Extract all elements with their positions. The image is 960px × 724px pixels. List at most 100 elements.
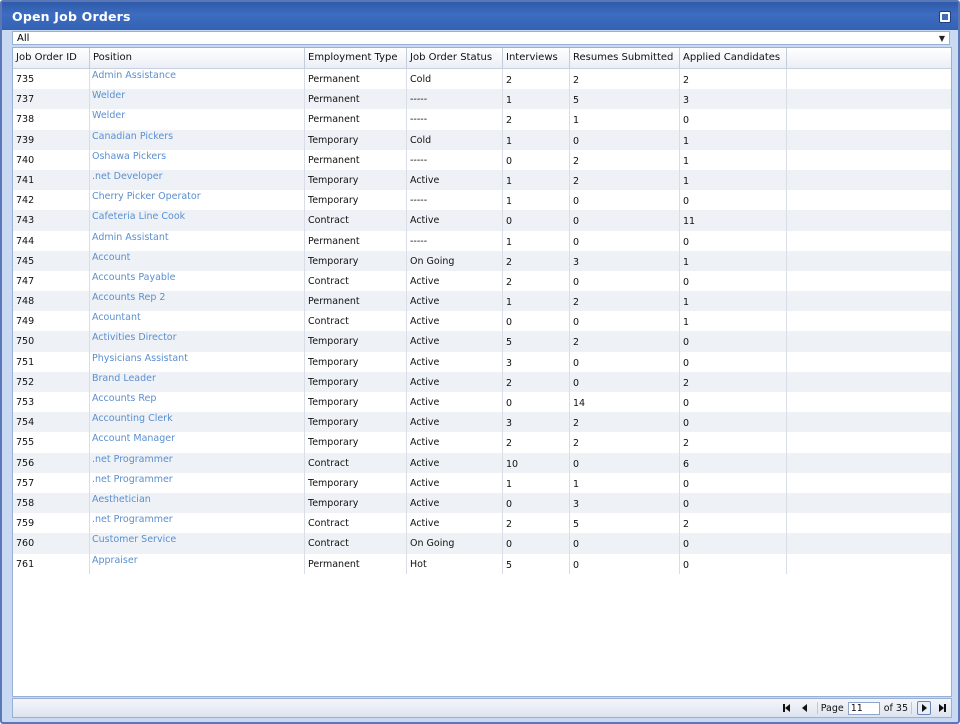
- window-titlebar: Open Job Orders: [2, 2, 958, 30]
- cell-position-link[interactable]: Admin Assistance: [90, 69, 305, 90]
- cell-resumes-submitted: 0: [570, 311, 680, 332]
- cell-interviews: 2: [503, 513, 570, 534]
- column-header-job-order-status[interactable]: Job Order Status: [407, 48, 503, 68]
- table-row[interactable]: 757 .net Programmer Temporary Active 1 1 0: [13, 472, 951, 493]
- table-row[interactable]: 754 Accounting Clerk Temporary Active 3 2 0: [13, 412, 951, 433]
- page-label: Page: [820, 702, 844, 714]
- cell-interviews: 0: [503, 392, 570, 413]
- table-row[interactable]: 737 Welder Permanent ----- 1 5 3: [13, 89, 951, 110]
- cell-position-link[interactable]: Welder: [90, 109, 305, 130]
- cell-interviews: 1: [503, 169, 570, 191]
- cell-employment-type: Temporary: [305, 331, 407, 352]
- column-header-employment-type[interactable]: Employment Type: [305, 48, 407, 68]
- column-header-job-order-id[interactable]: Job Order ID: [13, 48, 90, 68]
- table-row[interactable]: 753 Accounts Rep Temporary Active 0 14 0: [13, 392, 951, 413]
- cell-job-order-id: 743: [13, 210, 90, 231]
- status-filter-dropdown[interactable]: All ▼: [12, 31, 950, 45]
- cell-position-link[interactable]: Welder: [90, 89, 305, 110]
- cell-position-link[interactable]: Cherry Picker Operator: [90, 190, 305, 211]
- cell-resumes-submitted: 2: [570, 169, 680, 191]
- cell-job-order-id: 760: [13, 533, 90, 554]
- page-number-input[interactable]: 11: [847, 701, 880, 715]
- cell-position-link[interactable]: Activities Director: [90, 331, 305, 352]
- cell-position-link[interactable]: Brand Leader: [90, 371, 305, 392]
- job-orders-grid: Job Order ID Position Employment Type Jo…: [12, 47, 952, 697]
- table-row[interactable]: 760 Customer Service Contract On Going 0 0 0: [13, 533, 951, 554]
- cell-resumes-submitted: 5: [570, 89, 680, 110]
- cell-position-link[interactable]: Canadian Pickers: [90, 129, 305, 150]
- cell-interviews: 2: [503, 69, 570, 90]
- table-row[interactable]: 739 Canadian Pickers Temporary Cold 1 0 1: [13, 129, 951, 150]
- table-row[interactable]: 756 .net Programmer Contract Active 10 0 6: [13, 452, 951, 473]
- cell-resumes-submitted: 14: [570, 392, 680, 413]
- column-header-interviews[interactable]: Interviews: [503, 48, 570, 68]
- table-row[interactable]: 761 Appraiser Permanent Hot 5 0 0: [13, 553, 951, 574]
- table-row[interactable]: 752 Brand Leader Temporary Active 2 0 2: [13, 371, 951, 392]
- table-row[interactable]: 740 Oshawa Pickers Permanent ----- 0 2 1: [13, 149, 951, 170]
- cell-job-order-status: Active: [407, 311, 503, 332]
- cell-employment-type: Contract: [305, 270, 407, 292]
- prev-page-icon[interactable]: [798, 701, 812, 715]
- cell-position-link[interactable]: Accounting Clerk: [90, 412, 305, 433]
- chevron-down-icon[interactable]: ▼: [939, 32, 945, 45]
- cell-job-order-id: 752: [13, 371, 90, 392]
- cell-position-link[interactable]: Accounts Rep 2: [90, 291, 305, 312]
- cell-job-order-id: 747: [13, 270, 90, 292]
- table-row[interactable]: 750 Activities Director Temporary Active 5 2 0: [13, 331, 951, 352]
- cell-position-link[interactable]: Acountant: [90, 311, 305, 332]
- cell-applied-candidates: 0: [680, 472, 787, 493]
- table-row[interactable]: 745 Account Temporary On Going 2 3 1: [13, 250, 951, 271]
- cell-position-link[interactable]: Aesthetician: [90, 492, 305, 514]
- cell-employment-type: Temporary: [305, 492, 407, 514]
- cell-job-order-status: Cold: [407, 129, 503, 150]
- cell-position-link[interactable]: Customer Service: [90, 533, 305, 554]
- cell-employment-type: Temporary: [305, 169, 407, 191]
- cell-resumes-submitted: 0: [570, 553, 680, 574]
- cell-position-link[interactable]: Accounts Payable: [90, 270, 305, 292]
- cell-position-link[interactable]: .net Developer: [90, 169, 305, 191]
- cell-interviews: 0: [503, 533, 570, 554]
- cell-position-link[interactable]: Cafeteria Line Cook: [90, 210, 305, 231]
- cell-position-link[interactable]: Account Manager: [90, 432, 305, 453]
- cell-position-link[interactable]: Appraiser: [90, 553, 305, 574]
- column-header-applied-candidates[interactable]: Applied Candidates: [680, 48, 787, 68]
- cell-employment-type: Permanent: [305, 149, 407, 170]
- table-row[interactable]: 738 Welder Permanent ----- 2 1 0: [13, 109, 951, 130]
- table-row[interactable]: 743 Cafeteria Line Cook Contract Active 0 0 11: [13, 210, 951, 231]
- cell-job-order-id: 759: [13, 513, 90, 534]
- cell-position-link[interactable]: Accounts Rep: [90, 392, 305, 413]
- last-page-icon[interactable]: [935, 701, 949, 715]
- column-header-position[interactable]: Position: [90, 48, 305, 68]
- cell-position-link[interactable]: Physicians Assistant: [90, 351, 305, 372]
- cell-position-link[interactable]: .net Programmer: [90, 472, 305, 493]
- cell-position-link[interactable]: Account: [90, 250, 305, 271]
- column-header-resumes-submitted[interactable]: Resumes Submitted: [570, 48, 680, 68]
- cell-position-link[interactable]: Admin Assistant: [90, 230, 305, 251]
- cell-job-order-status: Active: [407, 270, 503, 292]
- cell-interviews: 1: [503, 291, 570, 312]
- table-row[interactable]: 755 Account Manager Temporary Active 2 2 2: [13, 432, 951, 453]
- table-row[interactable]: 741 .net Developer Temporary Active 1 2 1: [13, 169, 951, 191]
- table-row[interactable]: 735 Admin Assistance Permanent Cold 2 2 2: [13, 69, 951, 90]
- table-row[interactable]: 744 Admin Assistant Permanent ----- 1 0 0: [13, 230, 951, 251]
- table-row[interactable]: 742 Cherry Picker Operator Temporary ----- 1…: [13, 190, 951, 211]
- cell-applied-candidates: 0: [680, 190, 787, 211]
- cell-interviews: 3: [503, 412, 570, 433]
- next-page-icon[interactable]: [917, 701, 931, 715]
- table-row[interactable]: 748 Accounts Rep 2 Permanent Active 1 2 1: [13, 291, 951, 312]
- cell-employment-type: Temporary: [305, 129, 407, 150]
- table-row[interactable]: 759 .net Programmer Contract Active 2 5 2: [13, 513, 951, 534]
- cell-resumes-submitted: 3: [570, 492, 680, 514]
- table-row[interactable]: 749 Acountant Contract Active 0 0 1: [13, 311, 951, 332]
- first-page-icon[interactable]: [780, 701, 794, 715]
- cell-position-link[interactable]: Oshawa Pickers: [90, 149, 305, 170]
- cell-position-link[interactable]: .net Programmer: [90, 513, 305, 534]
- cell-job-order-status: Active: [407, 472, 503, 493]
- cell-position-link[interactable]: .net Programmer: [90, 452, 305, 473]
- cell-resumes-submitted: 1: [570, 109, 680, 130]
- maximize-icon[interactable]: [939, 11, 951, 23]
- table-row[interactable]: 747 Accounts Payable Contract Active 2 0 0: [13, 270, 951, 292]
- table-row[interactable]: 758 Aesthetician Temporary Active 0 3 0: [13, 492, 951, 514]
- cell-applied-candidates: 2: [680, 69, 787, 90]
- table-row[interactable]: 751 Physicians Assistant Temporary Active 3 0…: [13, 351, 951, 372]
